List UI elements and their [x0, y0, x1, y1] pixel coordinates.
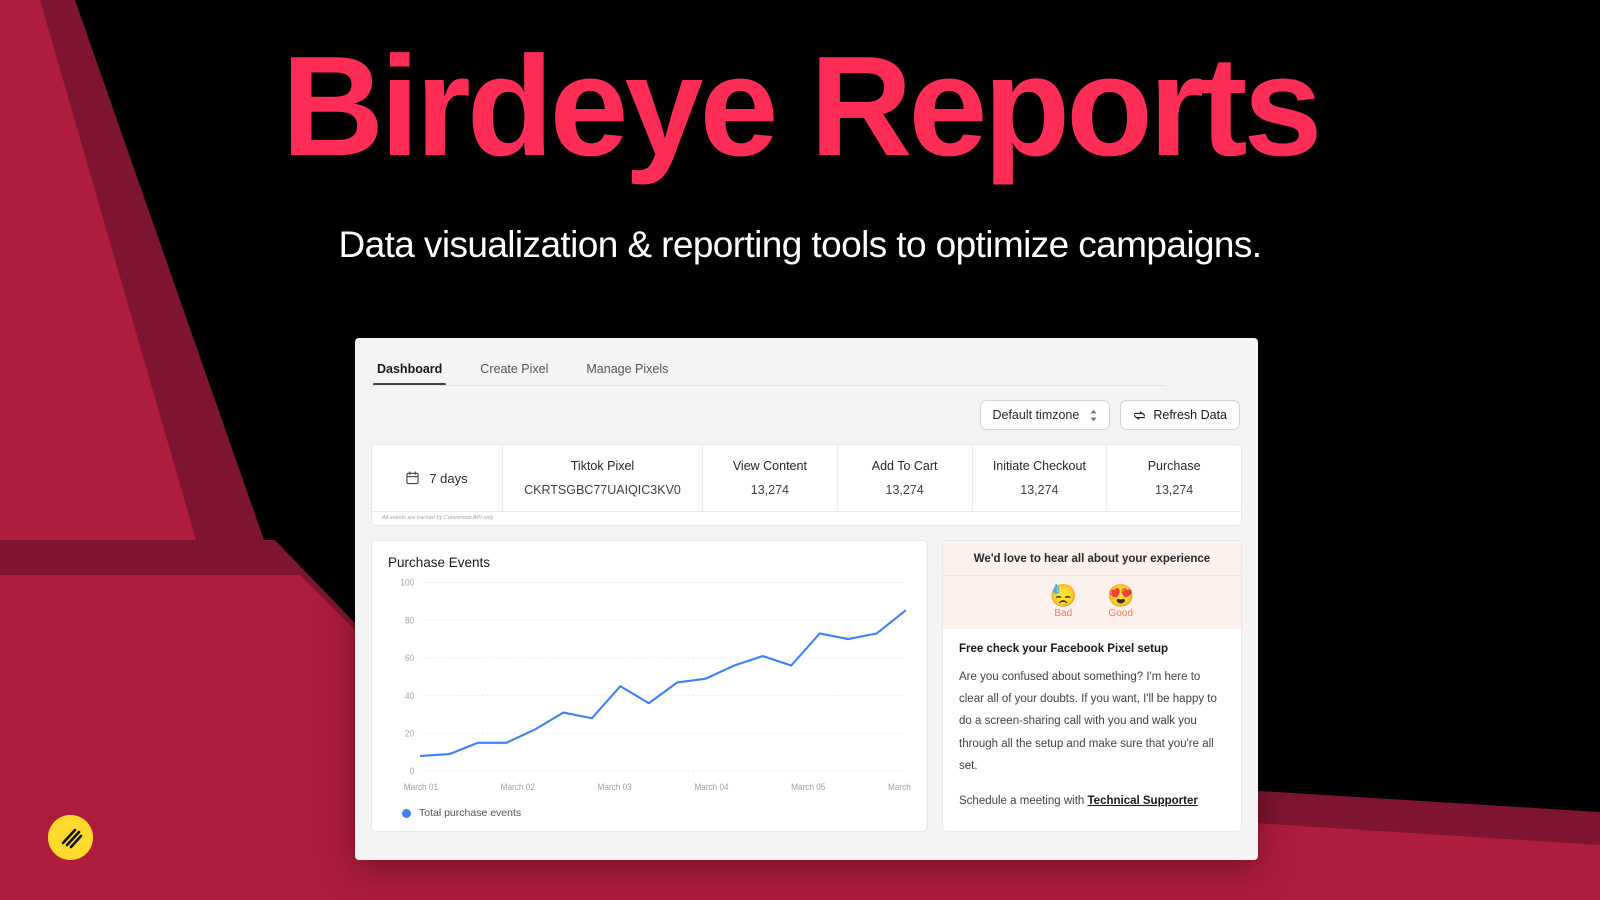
brand-logo-badge — [48, 815, 93, 860]
refresh-data-label: Refresh Data — [1153, 408, 1227, 422]
chart-legend: Total purchase events — [388, 803, 911, 821]
metric-initiate-checkout: Initiate Checkout 13,274 — [971, 445, 1107, 511]
metric-label: Initiate Checkout — [992, 459, 1086, 473]
metric-label: View Content — [732, 459, 807, 473]
feedback-face-group: 😓 Bad 😍 Good — [943, 576, 1241, 630]
dashboard-window: Dashboard Create Pixel Manage Pixels Def… — [355, 338, 1258, 860]
good-face-label: Good — [1108, 608, 1133, 620]
y-axis-tick-label: 40 — [405, 690, 414, 700]
tab-dashboard[interactable]: Dashboard — [373, 356, 447, 386]
good-face-icon: 😍 — [1107, 583, 1135, 608]
bad-face-icon: 😓 — [1049, 583, 1077, 608]
feedback-heading: We'd love to hear all about your experie… — [943, 541, 1241, 576]
timezone-value: Default timzone — [992, 408, 1080, 422]
metrics-footnote: All events are tracked by Conversion API… — [372, 511, 1241, 525]
metric-purchase: Purchase 13,274 — [1106, 445, 1241, 511]
metric-label: Purchase — [1147, 459, 1201, 473]
chevron-updown-icon — [1090, 409, 1097, 421]
promo-paragraph: Are you confused about something? I'm he… — [959, 671, 1217, 772]
metric-value: 13,274 — [1155, 483, 1194, 497]
legend-color-swatch — [402, 808, 411, 818]
x-axis-tick-label: March 01 — [404, 782, 438, 792]
tab-bar-divider — [373, 385, 1166, 386]
bad-face-label: Bad — [1054, 608, 1073, 620]
refresh-icon — [1134, 410, 1146, 420]
tab-bar: Dashboard Create Pixel Manage Pixels — [355, 338, 1258, 386]
toolbar: Default timzone Refresh Data — [355, 386, 1258, 430]
y-axis-tick-label: 20 — [405, 728, 414, 738]
purchase-events-chart-card: Purchase Events 0 20 40 60 80 100 March 01 Marc… — [371, 540, 928, 832]
stripes-badge-icon — [48, 815, 93, 860]
calendar-icon — [406, 471, 419, 485]
y-axis-tick-label: 60 — [405, 653, 414, 663]
y-axis-tick-label: 80 — [405, 615, 414, 625]
page-subtitle: Data visualization & reporting tools to … — [338, 224, 1263, 265]
tab-manage-pixels[interactable]: Manage Pixels — [582, 356, 672, 386]
chart-line-series — [419, 609, 907, 758]
pixel-label: Tiktok Pixel — [570, 459, 635, 473]
schedule-line: Schedule a meeting with Technical Suppor… — [959, 795, 1225, 807]
pixel-cell: Tiktok Pixel CKRTSGBC77UAIQIC3KV0 — [502, 445, 702, 511]
legend-label: Total purchase events — [419, 807, 522, 819]
x-axis-tick-label: March 02 — [501, 782, 535, 792]
date-range-label: 7 days — [429, 470, 468, 486]
schedule-prefix: Schedule a meeting with — [959, 795, 1088, 808]
metric-view-content: View Content 13,274 — [702, 445, 837, 511]
refresh-data-button[interactable]: Refresh Data — [1120, 400, 1240, 430]
feedback-good-option[interactable]: 😍 Good — [1107, 584, 1134, 619]
metric-add-to-cart: Add To Cart 13,274 — [836, 445, 972, 511]
metric-value: 13,274 — [1020, 483, 1059, 497]
promo-body: Free check your Facebook Pixel setup Are… — [943, 629, 1241, 817]
y-axis-tick-label: 100 — [400, 577, 414, 587]
metrics-summary-card: 7 days Tiktok Pixel CKRTSGBC77UAIQIC3KV0… — [371, 444, 1242, 526]
feedback-panel: We'd love to hear all about your experie… — [942, 540, 1242, 832]
technical-supporter-link[interactable]: Technical Supporter — [1088, 795, 1198, 807]
x-axis-tick-label: March 03 — [597, 782, 631, 792]
feedback-bad-option[interactable]: 😓 Bad — [1050, 584, 1077, 619]
chart-plot-area: 0 20 40 60 80 100 March 01 March 02 March 03 Marc… — [388, 574, 922, 803]
metric-label: Add To Cart — [871, 459, 938, 473]
pixel-id-value: CKRTSGBC77UAIQIC3KV0 — [524, 483, 681, 497]
date-range-cell[interactable]: 7 days — [372, 445, 502, 511]
metric-value: 13,274 — [750, 483, 789, 497]
chart-title: Purchase Events — [388, 555, 491, 570]
timezone-select[interactable]: Default timzone — [980, 400, 1111, 430]
tab-create-pixel[interactable]: Create Pixel — [476, 356, 552, 386]
metrics-row: 7 days Tiktok Pixel CKRTSGBC77UAIQIC3KV0… — [372, 445, 1241, 511]
lower-panels: Purchase Events 0 20 40 60 80 100 March 01 Marc… — [355, 526, 1258, 848]
x-axis-tick-label: March 04 — [694, 782, 728, 792]
metric-value: 13,274 — [885, 483, 924, 497]
promo-title: Free check your Facebook Pixel setup — [959, 643, 1168, 656]
line-chart: 0 20 40 60 80 100 March 01 March 02 March 03 Marc… — [400, 577, 922, 792]
x-axis-tick-label: March 05 — [791, 782, 825, 792]
page-title: Birdeye Reports — [281, 27, 1323, 186]
hero-section: Birdeye Reports Data visualization & rep… — [0, 0, 1600, 266]
y-axis-tick-label: 0 — [410, 766, 415, 776]
x-axis-tick-label: March 06 — [888, 782, 911, 792]
